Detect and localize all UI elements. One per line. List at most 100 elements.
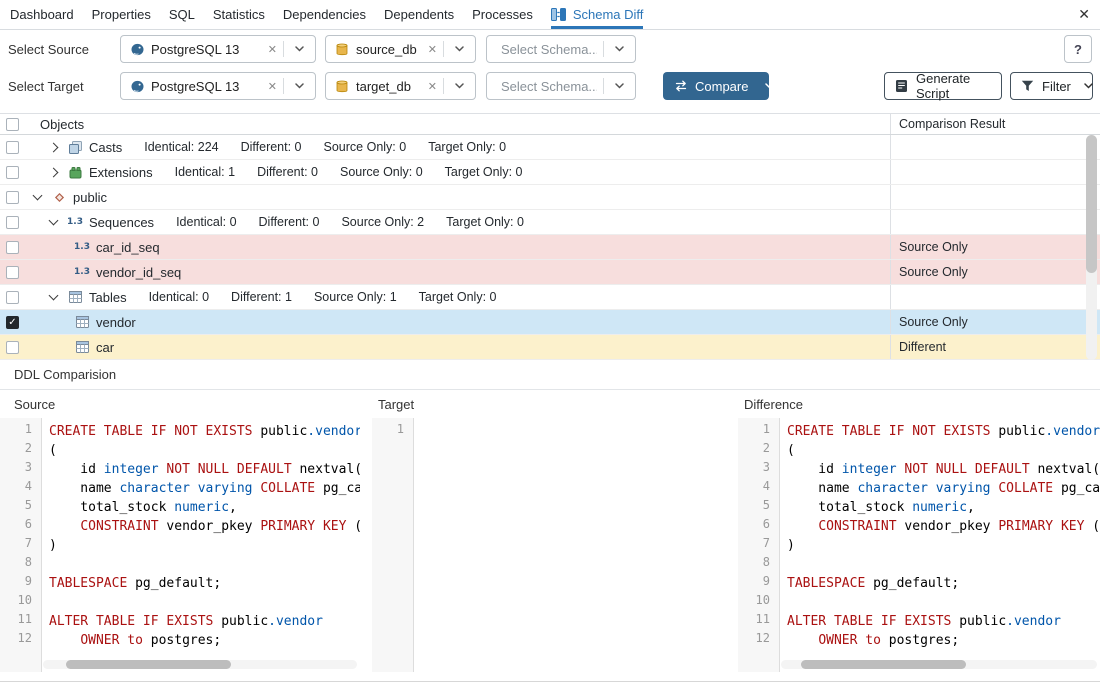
object-label: car xyxy=(96,340,114,355)
divider xyxy=(603,41,604,57)
object-label: public xyxy=(73,190,107,205)
clear-icon[interactable]: ✕ xyxy=(428,80,437,93)
tab-statistics[interactable]: Statistics xyxy=(213,0,265,29)
tab-processes[interactable]: Processes xyxy=(472,0,533,29)
target-database-select[interactable]: target_db ✕ xyxy=(325,72,476,100)
object-row-public[interactable]: public xyxy=(0,185,1100,210)
tabs: Dashboard Properties SQL Statistics Dependen… xyxy=(10,0,643,29)
source-schema-select[interactable]: Select Schema... xyxy=(486,35,636,63)
source-ddl-code[interactable]: CREATE TABLE IF NOT EXISTS public.vendor… xyxy=(43,418,360,672)
object-row-casts[interactable]: CastsIdentical: 224Different: 0Source On… xyxy=(0,135,1100,160)
scrollbar-thumb[interactable] xyxy=(66,660,231,669)
help-button[interactable]: ? xyxy=(1064,35,1092,63)
target-schema-select[interactable]: Select Schema... xyxy=(486,72,636,100)
object-row-extensions[interactable]: ExtensionsIdentical: 1Different: 0Source… xyxy=(0,160,1100,185)
chevron-down-icon[interactable] xyxy=(611,83,627,89)
chevron-down-icon[interactable] xyxy=(291,46,307,52)
collapse-icon[interactable] xyxy=(49,216,59,226)
row-checkbox[interactable]: ✓ xyxy=(6,316,19,329)
row-checkbox[interactable] xyxy=(6,216,19,229)
divider xyxy=(443,78,444,94)
horizontal-scrollbar[interactable] xyxy=(43,660,357,669)
script-icon xyxy=(893,79,909,93)
target-ddl-code[interactable] xyxy=(415,418,727,672)
chevron-down-icon[interactable] xyxy=(1079,83,1099,89)
horizontal-scrollbar[interactable] xyxy=(781,660,1097,669)
tab-dependencies[interactable]: Dependencies xyxy=(283,0,366,29)
tab-dependents[interactable]: Dependents xyxy=(384,0,454,29)
chevron-down-icon[interactable] xyxy=(291,83,307,89)
object-row-tables[interactable]: TablesIdentical: 0Different: 1Source Onl… xyxy=(0,285,1100,310)
comparison-result-cell xyxy=(890,210,1100,234)
stat-different: Different: 0 xyxy=(259,215,320,229)
stat-identical: Identical: 1 xyxy=(175,165,235,179)
comparison-result-cell: Different xyxy=(890,335,1100,359)
clear-icon[interactable]: ✕ xyxy=(268,43,277,56)
source-row: Select Source PostgreSQL 13 ✕ source_db … xyxy=(0,35,1100,63)
source-server-value: PostgreSQL 13 xyxy=(151,42,262,57)
select-all-checkbox[interactable] xyxy=(6,118,19,131)
chevron-down-icon[interactable] xyxy=(451,83,467,89)
tab-properties[interactable]: Properties xyxy=(92,0,151,29)
collapse-icon[interactable] xyxy=(49,291,59,301)
row-checkbox[interactable] xyxy=(6,191,19,204)
target-server-value: PostgreSQL 13 xyxy=(151,79,262,94)
row-checkbox[interactable] xyxy=(6,166,19,179)
vertical-scrollbar[interactable] xyxy=(1086,135,1097,360)
tab-schema-diff[interactable]: Schema Diff xyxy=(551,0,644,29)
object-row-vendor_id_seq[interactable]: 1.3vendor_id_seqSource Only xyxy=(0,260,1100,285)
close-icon[interactable]: ✕ xyxy=(1078,6,1090,23)
scrollbar-thumb[interactable] xyxy=(801,660,966,669)
scrollbar-thumb[interactable] xyxy=(1086,135,1097,273)
tab-dashboard[interactable]: Dashboard xyxy=(10,0,74,29)
objects-column-header: Objects xyxy=(30,114,890,134)
divider xyxy=(283,78,284,94)
target-ddl-editor: 1 xyxy=(372,418,727,672)
row-checkbox[interactable] xyxy=(6,141,19,154)
object-label: car_id_seq xyxy=(96,240,160,255)
table-icon xyxy=(74,341,90,353)
object-row-car[interactable]: car Different xyxy=(0,335,1100,360)
object-row-vendor[interactable]: ✓vendorSource Only xyxy=(0,310,1100,335)
comparison-result-cell xyxy=(890,185,1100,209)
target-server-select[interactable]: PostgreSQL 13 ✕ xyxy=(120,72,316,100)
compare-button[interactable]: Compare xyxy=(663,72,769,100)
filter-label: Filter xyxy=(1042,79,1071,94)
expand-icon[interactable] xyxy=(49,142,59,152)
row-checkbox[interactable] xyxy=(6,241,19,254)
stat-targetonly: Target Only: 0 xyxy=(445,165,523,179)
grid-rows: CastsIdentical: 224Different: 0Source On… xyxy=(0,135,1100,360)
difference-ddl-code[interactable]: CREATE TABLE IF NOT EXISTS public.vendor… xyxy=(781,418,1100,672)
compare-label: Compare xyxy=(695,79,748,94)
comparison-result-cell: Source Only xyxy=(890,310,1100,334)
collapse-icon[interactable] xyxy=(33,191,43,201)
ddl-comparison-title: DDL Comparision xyxy=(14,367,116,382)
expand-icon[interactable] xyxy=(49,167,59,177)
clear-icon[interactable]: ✕ xyxy=(268,80,277,93)
divider xyxy=(283,41,284,57)
chevron-down-icon[interactable] xyxy=(758,83,780,89)
filter-button[interactable]: Filter xyxy=(1010,72,1093,100)
source-server-select[interactable]: PostgreSQL 13 ✕ xyxy=(120,35,316,63)
chevron-down-icon[interactable] xyxy=(611,46,627,52)
stat-identical: Identical: 0 xyxy=(149,290,209,304)
clear-icon[interactable]: ✕ xyxy=(428,43,437,56)
target-schema-placeholder: Select Schema... xyxy=(501,79,597,94)
comparison-result-cell: Source Only xyxy=(890,260,1100,284)
row-checkbox[interactable] xyxy=(6,291,19,304)
object-row-car_id_seq[interactable]: 1.3car_id_seqSource Only xyxy=(0,235,1100,260)
object-row-sequences[interactable]: 1.3SequencesIdentical: 0Different: 0Sour… xyxy=(0,210,1100,235)
generate-script-button[interactable]: Generate Script xyxy=(884,72,1002,100)
chevron-down-icon[interactable] xyxy=(451,46,467,52)
sequence-icon: 1.3 xyxy=(74,242,90,252)
tab-sql[interactable]: SQL xyxy=(169,0,195,29)
tab-bar: Dashboard Properties SQL Statistics Dependen… xyxy=(0,0,1100,30)
row-checkbox[interactable] xyxy=(6,341,19,354)
stat-targetonly: Target Only: 0 xyxy=(419,290,497,304)
ddl-comparison-header: DDL Comparision xyxy=(0,360,1100,390)
source-database-select[interactable]: source_db ✕ xyxy=(325,35,476,63)
stat-sourceonly: Source Only: 2 xyxy=(341,215,424,229)
filter-icon xyxy=(1019,80,1035,92)
table-icon xyxy=(74,316,90,328)
row-checkbox[interactable] xyxy=(6,266,19,279)
